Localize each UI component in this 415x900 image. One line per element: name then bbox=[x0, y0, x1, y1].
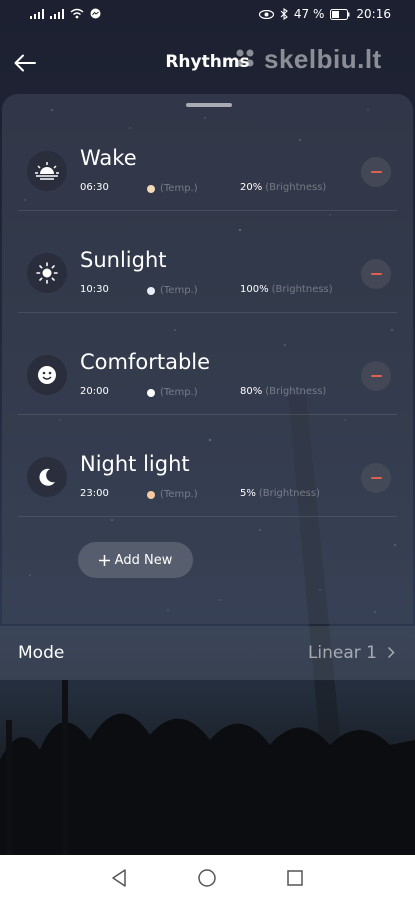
temp-color-dot bbox=[147, 287, 155, 295]
clock: 20:16 bbox=[356, 7, 391, 21]
status-bar: 47 % 20:16 bbox=[0, 0, 415, 30]
brightness-label: (Brightness) bbox=[265, 386, 327, 397]
temp-label: (Temp.) bbox=[160, 387, 198, 398]
moon-icon bbox=[27, 457, 67, 497]
header: Rhythms skelbiu.lt bbox=[0, 40, 415, 86]
rhythm-name: Night light bbox=[80, 452, 190, 476]
temp-label: (Temp.) bbox=[160, 285, 198, 296]
smile-icon bbox=[27, 355, 67, 395]
sun-icon bbox=[27, 253, 67, 293]
rhythm-time: 23:00 bbox=[80, 488, 109, 499]
brightness-info: 20% (Brightness) bbox=[240, 182, 326, 193]
rhythm-name: Sunlight bbox=[80, 248, 167, 272]
rhythm-name: Wake bbox=[80, 146, 137, 170]
remove-button[interactable] bbox=[361, 259, 391, 289]
chevron-right-icon bbox=[387, 646, 395, 659]
rhythms-card: Wake 06:30 (Temp.) 20% (Brightness) Sunli… bbox=[2, 94, 413, 624]
remove-button[interactable] bbox=[361, 463, 391, 493]
brightness-label: (Brightness) bbox=[265, 182, 327, 193]
rhythm-item-wake[interactable]: Wake 06:30 (Temp.) 20% (Brightness) bbox=[18, 108, 397, 211]
brightness-value: 100% bbox=[240, 284, 269, 295]
minus-icon bbox=[370, 477, 382, 479]
back-triangle-icon bbox=[112, 869, 126, 887]
watermark-text: skelbiu.lt bbox=[264, 44, 382, 74]
signal-icon bbox=[30, 8, 44, 19]
rhythm-time: 10:30 bbox=[80, 284, 109, 295]
recents-square-icon bbox=[287, 870, 303, 886]
battery-percent: 47 % bbox=[293, 7, 325, 21]
rhythm-item-comfortable[interactable]: Comfortable 20:00 (Temp.) 80% (Brightness… bbox=[18, 312, 397, 415]
add-new-button[interactable]: Add New bbox=[78, 542, 193, 578]
add-new-label: Add New bbox=[114, 552, 173, 568]
brightness-label: (Brightness) bbox=[258, 488, 320, 499]
brightness-value: 20% bbox=[240, 182, 263, 193]
minus-icon bbox=[370, 171, 382, 173]
drag-handle[interactable] bbox=[186, 103, 232, 107]
plus-icon bbox=[98, 554, 110, 566]
home-circle-icon bbox=[198, 869, 216, 887]
mode-value: Linear 1 bbox=[307, 643, 377, 663]
nav-back-button[interactable] bbox=[108, 867, 130, 889]
rhythm-item-night-light[interactable]: Night light 23:00 (Temp.) 5% (Brightness) bbox=[18, 414, 397, 517]
nav-home-button[interactable] bbox=[196, 867, 218, 889]
mode-label: Mode bbox=[18, 643, 65, 663]
bluetooth-icon bbox=[280, 8, 288, 20]
rhythm-time: 20:00 bbox=[80, 386, 109, 397]
battery-icon bbox=[330, 8, 350, 20]
wifi-icon bbox=[70, 8, 84, 19]
brightness-info: 80% (Brightness) bbox=[240, 386, 326, 397]
remove-button[interactable] bbox=[361, 361, 391, 391]
brightness-label: (Brightness) bbox=[271, 284, 333, 295]
system-nav-bar bbox=[0, 855, 415, 900]
brightness-value: 80% bbox=[240, 386, 263, 397]
brightness-info: 5% (Brightness) bbox=[240, 488, 320, 499]
eye-icon bbox=[258, 9, 274, 19]
messenger-icon bbox=[90, 8, 101, 19]
remove-button[interactable] bbox=[361, 157, 391, 187]
mode-row[interactable]: Mode Linear 1 bbox=[0, 626, 415, 680]
minus-icon bbox=[370, 273, 382, 275]
temp-label: (Temp.) bbox=[160, 183, 198, 194]
nav-recents-button[interactable] bbox=[284, 867, 306, 889]
temp-color-dot bbox=[147, 185, 155, 193]
temp-color-dot bbox=[147, 389, 155, 397]
signal-icon bbox=[50, 8, 64, 19]
rhythm-time: 06:30 bbox=[80, 182, 109, 193]
temp-color-dot bbox=[147, 491, 155, 499]
rhythm-item-sunlight[interactable]: Sunlight 10:30 (Temp.) 100% (Brightness) bbox=[18, 210, 397, 313]
watermark-logo-icon bbox=[236, 49, 254, 66]
sunrise-icon bbox=[27, 151, 67, 191]
rhythm-name: Comfortable bbox=[80, 350, 211, 374]
watermark: skelbiu.lt bbox=[232, 44, 382, 75]
minus-icon bbox=[370, 375, 382, 377]
brightness-info: 100% (Brightness) bbox=[240, 284, 333, 295]
temp-label: (Temp.) bbox=[160, 489, 198, 500]
brightness-value: 5% bbox=[240, 488, 256, 499]
